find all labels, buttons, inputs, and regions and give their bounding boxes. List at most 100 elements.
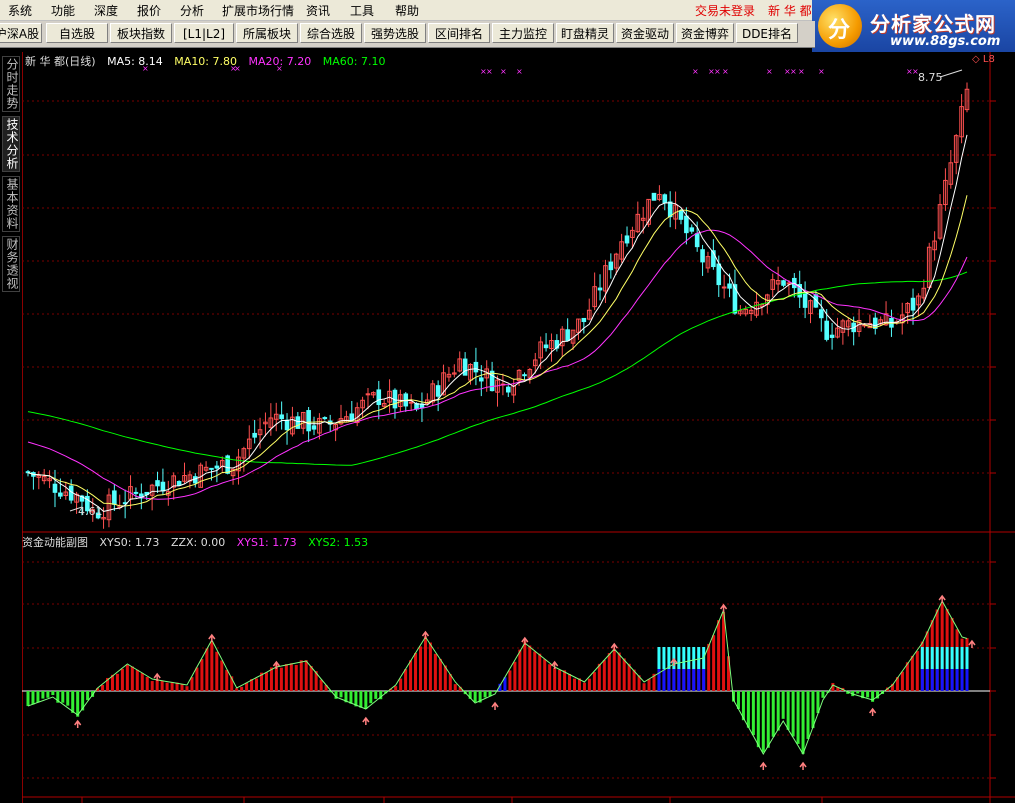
indicator-bar bbox=[374, 691, 378, 699]
indicator-bar bbox=[319, 679, 323, 691]
candle-body bbox=[543, 344, 549, 349]
tab-intraday[interactable]: 分时走势 bbox=[2, 56, 20, 112]
menu-analysis[interactable]: 分析 bbox=[180, 2, 204, 19]
candle-body bbox=[716, 263, 722, 286]
tab-composite-screen[interactable]: 综合选股 bbox=[300, 23, 362, 43]
indicator-bar bbox=[264, 672, 268, 691]
indicator-bar-cyan bbox=[960, 647, 964, 669]
indicator-bar-blue bbox=[677, 669, 681, 691]
tab-belonging-sector[interactable]: 所属板块 bbox=[236, 23, 298, 43]
indicator-bar bbox=[433, 653, 437, 691]
candle-body bbox=[155, 480, 160, 487]
indicator-bar bbox=[404, 669, 408, 691]
tab-interval-rank[interactable]: 区间排名 bbox=[428, 23, 490, 43]
menu-system[interactable]: 系统 bbox=[8, 2, 32, 19]
tab-fund-game[interactable]: 资金博弈 bbox=[676, 23, 734, 43]
tab-technical[interactable]: 技术分析 bbox=[2, 116, 20, 172]
tab-l1-l2[interactable]: [L1|L2] bbox=[174, 23, 234, 43]
indicator-bar bbox=[786, 691, 790, 730]
candle-body bbox=[311, 425, 317, 430]
indicator-bar bbox=[761, 691, 765, 753]
candle-body bbox=[727, 283, 732, 289]
indicator-bar-cyan bbox=[920, 647, 924, 669]
indicator-bar-blue bbox=[960, 669, 964, 691]
signal-marker: × bbox=[722, 67, 729, 76]
tab-dde-rank[interactable]: DDE排名 bbox=[736, 23, 798, 43]
indicator-bar bbox=[115, 673, 119, 691]
signal-marker: × bbox=[516, 67, 523, 76]
indicator-bar bbox=[438, 658, 442, 691]
turning-arrow-icon bbox=[421, 630, 430, 639]
indicator-bar bbox=[781, 691, 785, 719]
indicator-bar-cyan bbox=[955, 647, 959, 669]
login-status[interactable]: 交易未登录 bbox=[695, 2, 755, 19]
tab-watchlist[interactable]: 自选股 bbox=[46, 23, 108, 43]
menu-quote[interactable]: 报价 bbox=[137, 2, 161, 19]
indicator-bar-cyan bbox=[682, 647, 686, 669]
menu-extended-market[interactable]: 扩展市场行情 bbox=[222, 2, 294, 19]
indicator-bar bbox=[756, 691, 760, 748]
indicator-bar bbox=[180, 683, 184, 691]
xys0-label: XYS0: 1.73 bbox=[99, 536, 160, 549]
indicator-bar bbox=[473, 691, 477, 703]
candle-body bbox=[667, 201, 673, 218]
chart-canvas[interactable]: × ×× × × × × × × × × × × × × × × × × bbox=[22, 52, 1015, 803]
indicator-bar bbox=[255, 678, 259, 691]
menu-tools[interactable]: 工具 bbox=[350, 2, 374, 19]
tab-strong-screen[interactable]: 强势选股 bbox=[364, 23, 426, 43]
tab-fund-drive[interactable]: 资金驱动 bbox=[616, 23, 674, 43]
tab-hs-a-shares[interactable]: 沪深A股 bbox=[0, 23, 42, 43]
candle-body bbox=[295, 416, 301, 429]
indicator-bar-cyan bbox=[667, 647, 671, 669]
indicator-bar bbox=[165, 682, 169, 691]
indicator-bar bbox=[707, 643, 711, 691]
chart-area[interactable]: × × × × × × × × × × × × × × × × × × × 新 华 都(日线) MA5: 8.14 … bbox=[22, 52, 1015, 803]
indicator-bar bbox=[582, 682, 586, 691]
indicator-bar bbox=[563, 670, 567, 691]
menu-function[interactable]: 功能 bbox=[51, 2, 75, 19]
tab-sector-index[interactable]: 板块指数 bbox=[110, 23, 172, 43]
indicator-bar bbox=[751, 691, 755, 736]
indicator-bar bbox=[235, 688, 239, 691]
menu-news[interactable]: 资讯 bbox=[306, 2, 330, 19]
menu-help[interactable]: 帮助 bbox=[395, 2, 419, 19]
ma10-label: MA10: 7.80 bbox=[174, 55, 238, 68]
candle-body bbox=[462, 358, 468, 376]
tab-fundamentals[interactable]: 基本资料 bbox=[2, 176, 20, 232]
indicator-bar bbox=[573, 678, 577, 691]
signal-marker: × bbox=[818, 67, 825, 76]
indicator-bar bbox=[776, 691, 780, 731]
indicator-bar bbox=[538, 653, 542, 691]
indicator-bar bbox=[642, 683, 646, 691]
indicator-bar-cyan bbox=[925, 647, 929, 669]
indicator-bar bbox=[135, 669, 139, 691]
tab-watch-sprite[interactable]: 盯盘精灵 bbox=[556, 23, 614, 43]
tab-financials[interactable]: 财务透视 bbox=[2, 236, 20, 292]
ma20-label: MA20: 7.20 bbox=[248, 55, 312, 68]
candle-body bbox=[818, 309, 824, 319]
indicator-bar bbox=[309, 665, 313, 691]
high-price-label: 8.75 bbox=[918, 71, 943, 84]
indicator-bar bbox=[294, 664, 298, 691]
candle-body bbox=[252, 432, 257, 438]
signal-marker: × bbox=[766, 67, 773, 76]
indicator-bar bbox=[394, 686, 398, 691]
indicator-bar bbox=[284, 664, 288, 691]
indicator-bar-cyan bbox=[945, 647, 949, 669]
indicator-bar-blue bbox=[662, 669, 666, 691]
signal-marker: × bbox=[486, 67, 493, 76]
indicator-bar bbox=[513, 661, 517, 691]
candle-body bbox=[133, 491, 139, 494]
indicator-bar-blue bbox=[702, 669, 706, 691]
candle-body bbox=[829, 334, 835, 338]
indicator-bar bbox=[622, 658, 626, 691]
indicator-bar bbox=[905, 662, 909, 691]
ma60-line bbox=[27, 271, 968, 466]
indicator-bar bbox=[240, 686, 244, 691]
menu-depth[interactable]: 深度 bbox=[94, 2, 118, 19]
indicator-name: 资金动能副图 bbox=[22, 536, 88, 549]
indicator-bar bbox=[518, 649, 522, 691]
signal-marker: × bbox=[692, 67, 699, 76]
ma60-label: MA60: 7.10 bbox=[322, 55, 386, 68]
tab-main-monitor[interactable]: 主力监控 bbox=[492, 23, 554, 43]
